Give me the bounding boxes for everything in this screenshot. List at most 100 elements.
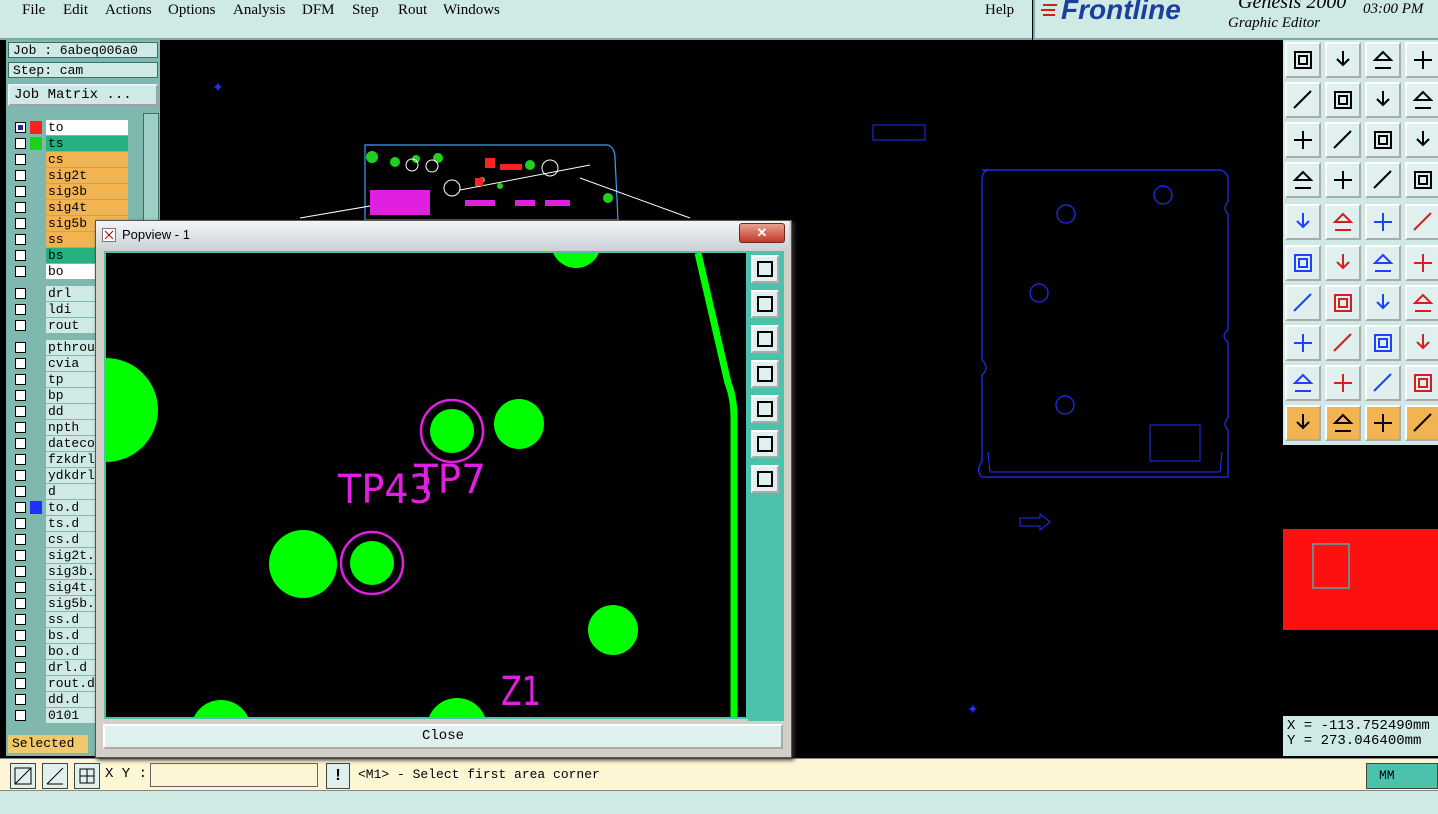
layer-color-swatch[interactable] <box>30 501 42 514</box>
layer-checkbox[interactable] <box>15 374 26 385</box>
layer-checkbox[interactable] <box>15 678 26 689</box>
layer-checkbox[interactable] <box>15 358 26 369</box>
layer-checkbox[interactable] <box>15 202 26 213</box>
popview-titlebar[interactable]: Popview - 1 ✕ <box>96 221 789 249</box>
layer-row[interactable]: to <box>8 120 140 135</box>
close-button[interactable]: Close <box>103 724 783 749</box>
layer-checkbox[interactable] <box>15 342 26 353</box>
layer-checkbox[interactable] <box>15 566 26 577</box>
close-icon[interactable]: ✕ <box>739 223 785 243</box>
zoom-in-icon[interactable] <box>751 430 779 458</box>
layer-name[interactable]: sig4t <box>46 200 128 215</box>
layer-color-swatch[interactable] <box>30 121 42 134</box>
pad-icon[interactable] <box>1285 204 1321 240</box>
pan-right-icon[interactable] <box>751 395 779 423</box>
export-icon[interactable] <box>1285 42 1321 78</box>
question-icon[interactable] <box>1405 122 1438 158</box>
layer-checkbox[interactable] <box>15 598 26 609</box>
menu-file[interactable]: File <box>22 2 45 19</box>
menu-rout[interactable]: Rout <box>398 2 427 19</box>
tri-a-icon[interactable] <box>1285 365 1321 401</box>
distance-icon[interactable] <box>1365 325 1401 361</box>
layer-checkbox[interactable] <box>15 250 26 261</box>
xy-input[interactable] <box>150 763 318 787</box>
layer-checkbox[interactable] <box>15 154 26 165</box>
zoom-down-icon[interactable] <box>751 325 779 353</box>
home-icon[interactable] <box>1365 42 1401 78</box>
layer-row[interactable]: cs <box>8 152 140 167</box>
angle-a-icon[interactable] <box>1285 285 1321 321</box>
arrow-icon[interactable] <box>1405 245 1438 281</box>
zoom-out-icon[interactable] <box>1285 82 1321 118</box>
rotate-icon[interactable] <box>1365 285 1401 321</box>
snap-icon[interactable] <box>10 763 36 789</box>
layer-checkbox[interactable] <box>15 266 26 277</box>
layer-checkbox[interactable] <box>15 486 26 497</box>
layer-row[interactable]: sig2t <box>8 168 140 183</box>
layer-checkbox[interactable] <box>15 138 26 149</box>
layer-checkbox[interactable] <box>15 662 26 673</box>
window-icon[interactable] <box>1405 42 1438 78</box>
layer-checkbox[interactable] <box>15 390 26 401</box>
select-circle-icon[interactable] <box>1365 405 1401 441</box>
layer-checkbox[interactable] <box>15 502 26 513</box>
layer-checkbox[interactable] <box>15 170 26 181</box>
menu-options[interactable]: Options <box>168 2 216 19</box>
layer-checkbox[interactable] <box>15 454 26 465</box>
circle-icon[interactable] <box>1405 204 1438 240</box>
connect2-icon[interactable] <box>1405 162 1438 198</box>
layer-row[interactable]: sig3b <box>8 184 140 199</box>
layer-checkbox[interactable] <box>15 694 26 705</box>
popview-canvas[interactable]: TP43 TP7 Z1 <box>104 251 748 719</box>
draw-icon[interactable] <box>1325 204 1361 240</box>
scale-icon[interactable] <box>1365 122 1401 158</box>
measure-icon[interactable] <box>1365 204 1401 240</box>
tri-d-icon[interactable] <box>1405 365 1438 401</box>
layer-checkbox[interactable] <box>15 122 26 133</box>
exclamation-icon[interactable]: ! <box>326 763 350 789</box>
pan-left-icon[interactable] <box>751 360 779 388</box>
select-arrow-icon[interactable] <box>1285 405 1321 441</box>
layer-color-swatch[interactable] <box>30 137 42 150</box>
line-icon[interactable] <box>1325 325 1361 361</box>
tri-c-icon[interactable] <box>1365 365 1401 401</box>
angle-b-icon[interactable] <box>1325 285 1361 321</box>
select-box-icon[interactable] <box>1325 405 1361 441</box>
layer-checkbox[interactable] <box>15 304 26 315</box>
layer-row[interactable]: ts <box>8 136 140 151</box>
fit-icon[interactable] <box>1365 82 1401 118</box>
delete-icon[interactable] <box>1325 245 1361 281</box>
zoom-out-icon[interactable] <box>751 465 779 493</box>
net-icon[interactable] <box>1285 245 1321 281</box>
layer-checkbox[interactable] <box>15 518 26 529</box>
connect-icon[interactable] <box>1365 162 1401 198</box>
layer-checkbox[interactable] <box>15 534 26 545</box>
menu-help[interactable]: Help <box>985 2 1014 19</box>
layer-name[interactable]: ts <box>46 136 128 151</box>
units-select[interactable]: MM <box>1366 763 1438 789</box>
layer-name[interactable]: cs <box>46 152 128 167</box>
menu-analysis[interactable]: Analysis <box>233 2 286 19</box>
layer-checkbox[interactable] <box>15 582 26 593</box>
menu-step[interactable]: Step <box>352 2 379 19</box>
layer-checkbox[interactable] <box>15 288 26 299</box>
layer-checkbox[interactable] <box>15 218 26 229</box>
overview-panel[interactable] <box>1283 448 1438 714</box>
help-icon[interactable] <box>1405 82 1438 118</box>
zoom-in-icon[interactable] <box>1325 82 1361 118</box>
job-matrix-button[interactable]: Job Matrix ... <box>8 84 158 106</box>
menu-windows[interactable]: Windows <box>443 2 500 19</box>
ruler-icon[interactable] <box>1325 162 1361 198</box>
layer-row[interactable]: sig4t <box>8 200 140 215</box>
menu-actions[interactable]: Actions <box>105 2 152 19</box>
layer-name[interactable]: sig2t <box>46 168 128 183</box>
menu-edit[interactable]: Edit <box>63 2 88 19</box>
layer-checkbox[interactable] <box>15 614 26 625</box>
layer-checkbox[interactable] <box>15 406 26 417</box>
layer-checkbox[interactable] <box>15 646 26 657</box>
flip-icon[interactable] <box>1405 285 1438 321</box>
tools-icon[interactable] <box>1285 162 1321 198</box>
zoom-home-icon[interactable] <box>751 255 779 283</box>
center-icon[interactable] <box>1325 122 1361 158</box>
layer-checkbox[interactable] <box>15 422 26 433</box>
